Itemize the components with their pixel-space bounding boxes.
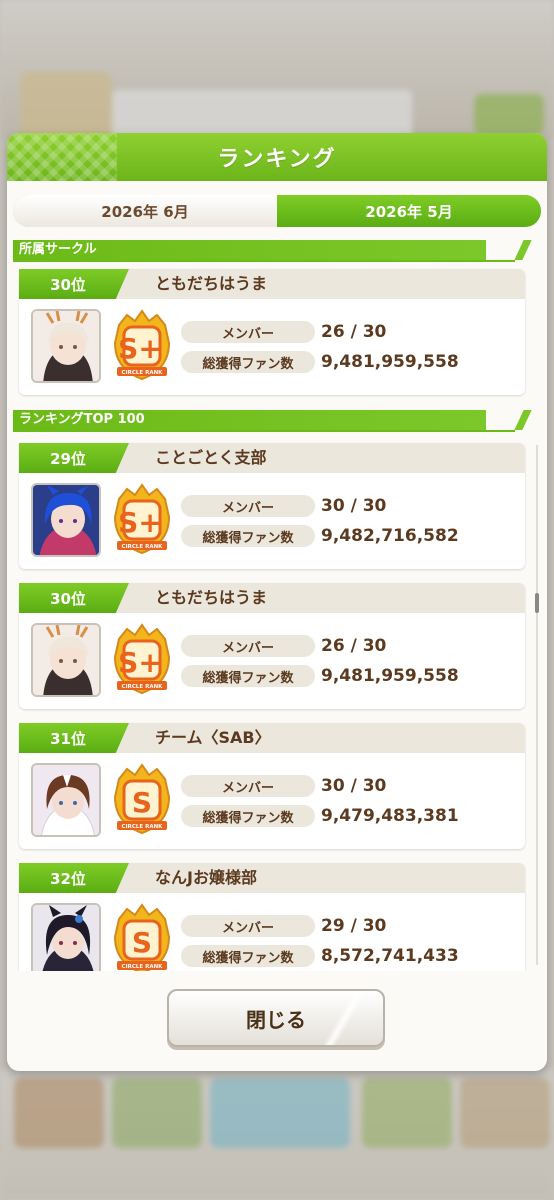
- circle-rank-badge: S+ CIRCLE RANK: [113, 483, 171, 555]
- section-ranking-label: ランキングTOP 100: [19, 412, 145, 427]
- fan-count: 9,481,959,558: [321, 352, 459, 372]
- fan-count: 8,572,741,433: [321, 946, 459, 966]
- badge-caption: CIRCLE RANK: [122, 684, 164, 690]
- avatar-portrait: [33, 485, 99, 555]
- circle-name: チーム〈SAB〉: [155, 728, 271, 747]
- fan-count: 9,481,959,558: [321, 666, 459, 686]
- rank-tab: 30位: [19, 583, 129, 613]
- my-circle-card[interactable]: 30位 ともだちはうま S+ CIRCLE RANK メンバー 26 / 30 …: [19, 269, 525, 395]
- badge-caption: CIRCLE RANK: [122, 370, 164, 376]
- badge-rank-letter: S+: [118, 506, 162, 539]
- member-label: メンバー: [181, 635, 315, 657]
- leader-avatar: [31, 483, 101, 557]
- card-header: 31位 チーム〈SAB〉: [19, 723, 525, 753]
- fan-count: 9,479,483,381: [321, 806, 459, 826]
- avatar-portrait: [33, 905, 99, 971]
- card-header: 29位 ことごとく支部: [19, 443, 525, 473]
- dialog-title: ランキング: [217, 147, 337, 172]
- badge-rank-letter: S+: [118, 332, 162, 365]
- badge-caption: CIRCLE RANK: [122, 964, 164, 970]
- section-tick: [514, 410, 532, 430]
- member-count: 26 / 30: [321, 322, 387, 342]
- ranking-row[interactable]: 32位 なんJお嬢様部 S CIRCLE RANK メンバー 29 / 30 総…: [19, 863, 525, 971]
- badge-rank-letter: S: [132, 786, 152, 819]
- fan-count: 9,482,716,582: [321, 526, 459, 546]
- fans-label: 総獲得ファン数: [181, 945, 315, 967]
- section-my-circle: 所属サークル: [13, 240, 532, 262]
- section-my-circle-label: 所属サークル: [19, 242, 97, 257]
- rank-label: 31位: [50, 729, 86, 748]
- member-count: 29 / 30: [321, 916, 387, 936]
- ranking-list[interactable]: 29位 ことごとく支部 S+ CIRCLE RANK メンバー 30 / 30 …: [7, 439, 547, 971]
- close-button[interactable]: 閉じる: [167, 989, 385, 1047]
- circle-name: ともだちはうま: [155, 588, 268, 607]
- avatar-portrait: [33, 311, 99, 381]
- rank-tab: 29位: [19, 443, 129, 473]
- card-header: 32位 なんJお嬢様部: [19, 863, 525, 893]
- circle-rank-badge: S CIRCLE RANK: [113, 763, 171, 835]
- fans-label: 総獲得ファン数: [181, 351, 315, 373]
- card-header: 30位 ともだちはうま: [19, 583, 525, 613]
- member-label: メンバー: [181, 915, 315, 937]
- member-count: 30 / 30: [321, 496, 387, 516]
- month-tabs: 2026年 6月 2026年 5月: [13, 195, 541, 227]
- rank-label: 30位: [50, 589, 86, 608]
- tab-current-month[interactable]: 2026年 5月: [277, 195, 541, 227]
- circle-rank-badge: S+ CIRCLE RANK: [113, 309, 171, 381]
- rank-label: 29位: [50, 449, 86, 468]
- leader-avatar: [31, 903, 101, 971]
- fans-label: 総獲得ファン数: [181, 805, 315, 827]
- member-count: 30 / 30: [321, 776, 387, 796]
- tab-previous-month[interactable]: 2026年 6月: [13, 195, 277, 227]
- leader-avatar: [31, 623, 101, 697]
- circle-rank-badge: S CIRCLE RANK: [113, 903, 171, 971]
- fans-label: 総獲得ファン数: [181, 665, 315, 687]
- fans-label: 総獲得ファン数: [181, 525, 315, 547]
- rank-tab: 32位: [19, 863, 129, 893]
- avatar-portrait: [33, 625, 99, 695]
- ranking-row[interactable]: 30位 ともだちはうま S+ CIRCLE RANK メンバー 26 / 30 …: [19, 583, 525, 709]
- circle-rank-badge: S+ CIRCLE RANK: [113, 623, 171, 695]
- section-ranking: ランキングTOP 100: [13, 410, 532, 432]
- header-pattern: [7, 133, 117, 181]
- badge-rank-letter: S+: [118, 646, 162, 679]
- ranking-dialog: ランキング 2026年 6月 2026年 5月 所属サークル 30位 ともだちは…: [7, 133, 547, 1071]
- circle-name: ともだちはうま: [155, 274, 268, 293]
- leader-avatar: [31, 309, 101, 383]
- circle-name: ことごとく支部: [155, 448, 267, 467]
- leader-avatar: [31, 763, 101, 837]
- member-label: メンバー: [181, 495, 315, 517]
- member-count: 26 / 30: [321, 636, 387, 656]
- rank-label: 30位: [50, 275, 86, 294]
- dialog-header: ランキング: [7, 133, 547, 181]
- circle-name: なんJお嬢様部: [155, 868, 257, 887]
- card-header: 30位 ともだちはうま: [19, 269, 525, 299]
- ranking-row[interactable]: 29位 ことごとく支部 S+ CIRCLE RANK メンバー 30 / 30 …: [19, 443, 525, 569]
- rank-tab: 31位: [19, 723, 129, 753]
- badge-caption: CIRCLE RANK: [122, 824, 164, 830]
- avatar-portrait: [33, 765, 99, 835]
- badge-rank-letter: S: [132, 926, 152, 959]
- rank-tab: 30位: [19, 269, 129, 299]
- rank-label: 32位: [50, 869, 86, 888]
- member-label: メンバー: [181, 775, 315, 797]
- section-tick: [514, 240, 532, 260]
- member-label: メンバー: [181, 321, 315, 343]
- badge-caption: CIRCLE RANK: [122, 544, 164, 550]
- ranking-row[interactable]: 31位 チーム〈SAB〉 S CIRCLE RANK メンバー 30 / 30 …: [19, 723, 525, 849]
